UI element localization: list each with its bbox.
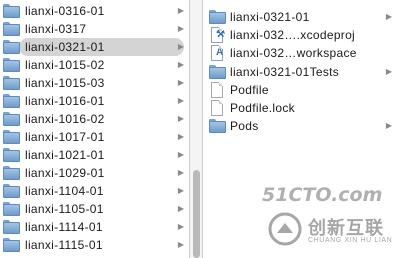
item-label: lianxi-0321-01 bbox=[25, 40, 105, 54]
watermark: 51CTO.com bbox=[262, 184, 402, 210]
disclosure-arrow-icon[interactable]: ▶ bbox=[178, 59, 184, 71]
item-label: Podfile bbox=[230, 82, 269, 97]
disclosure-arrow-icon[interactable]: ▶ bbox=[178, 5, 184, 17]
item-label: lianxi-032…workspace bbox=[230, 46, 357, 61]
disclosure-arrow-icon[interactable]: ▶ bbox=[178, 113, 184, 125]
folder-icon bbox=[3, 238, 20, 252]
list-item[interactable]: lianxi-1029-01 ▶ bbox=[0, 164, 189, 182]
list-item[interactable]: lianxi-1016-01 ▶ bbox=[0, 92, 189, 110]
item-label: lianxi-0317 bbox=[25, 22, 87, 36]
list-item[interactable]: lianxi-1015-03 ▶ bbox=[0, 74, 189, 92]
disclosure-arrow-icon[interactable]: ▶ bbox=[386, 120, 392, 132]
scroll-thumb[interactable] bbox=[193, 170, 200, 258]
list-item[interactable]: lianxi-0321-01 ▶ bbox=[0, 38, 189, 56]
folder-icon bbox=[3, 112, 20, 126]
disclosure-arrow-icon[interactable]: ▶ bbox=[178, 149, 184, 161]
file-icon bbox=[209, 100, 226, 116]
logo-mark-icon bbox=[268, 212, 302, 246]
list-item[interactable]: lianxi-1104-01 ▶ bbox=[0, 182, 189, 200]
item-label: lianxi-1115-01 bbox=[25, 238, 103, 252]
list-item[interactable]: lianxi-0321-01Tests ▶ bbox=[203, 63, 406, 81]
watermark-text: 51CTO.com bbox=[262, 184, 383, 206]
item-label: lianxi-1016-02 bbox=[25, 112, 105, 126]
disclosure-arrow-icon[interactable]: ▶ bbox=[178, 167, 184, 179]
folder-icon bbox=[3, 58, 20, 72]
list-item[interactable]: Podfile.lock bbox=[203, 99, 406, 117]
item-label: lianxi-1105-01 bbox=[25, 202, 104, 216]
list-item[interactable]: Podfile bbox=[203, 81, 406, 99]
item-label: lianxi-1016-01 bbox=[25, 94, 105, 108]
folder-icon bbox=[3, 220, 20, 234]
folder-icon bbox=[3, 148, 20, 162]
list-item[interactable]: Pods ▶ bbox=[203, 117, 406, 135]
folder-icon bbox=[3, 94, 20, 108]
disclosure-arrow-icon[interactable]: ▶ bbox=[178, 131, 184, 143]
disclosure-arrow-icon[interactable]: ▶ bbox=[386, 11, 392, 23]
item-label: lianxi-1104-01 bbox=[25, 184, 104, 198]
list-item[interactable]: lianxi-1115-01 ▶ bbox=[0, 236, 189, 254]
watermark-logo: 创新互联 CHUANG XIN HU LIAN bbox=[268, 208, 400, 254]
list-item[interactable]: lianxi-1114-01 ▶ bbox=[0, 218, 189, 236]
disclosure-arrow-icon[interactable]: ▶ bbox=[178, 239, 184, 251]
item-label: lianxi-1029-01 bbox=[25, 166, 105, 180]
list-item[interactable]: lianxi-1105-01 ▶ bbox=[0, 200, 189, 218]
logo-en-text: CHUANG XIN HU LIAN bbox=[308, 237, 393, 244]
list-item[interactable]: lianxi-1017-01 ▶ bbox=[0, 128, 189, 146]
finder-column-left[interactable]: lianxi-0316-01 ▶ lianxi-0317 ▶ lianxi-0321-0… bbox=[0, 0, 189, 258]
list-item[interactable]: lianxi-0317 ▶ bbox=[0, 20, 189, 38]
item-label: lianxi-0321-01Tests bbox=[230, 64, 340, 79]
item-label: lianxi-1114-01 bbox=[25, 220, 103, 234]
file-icon bbox=[209, 81, 226, 98]
item-label: lianxi-032….xcodeproj bbox=[230, 28, 356, 43]
disclosure-arrow-icon[interactable]: ▶ bbox=[386, 66, 392, 78]
list-item[interactable]: lianxi-1015-02 ▶ bbox=[0, 56, 189, 74]
folder-icon bbox=[209, 10, 226, 24]
folder-icon bbox=[209, 64, 226, 79]
disclosure-arrow-icon[interactable]: ▶ bbox=[178, 221, 184, 233]
disclosure-arrow-icon[interactable]: ▶ bbox=[178, 41, 184, 53]
item-label: Pods bbox=[230, 119, 259, 134]
folder-icon bbox=[3, 202, 20, 216]
list-item[interactable]: lianxi-1016-02 ▶ bbox=[0, 110, 189, 128]
item-label: Podfile.lock bbox=[230, 101, 295, 115]
folder-icon bbox=[3, 76, 20, 90]
folder-icon bbox=[3, 166, 20, 180]
folder-icon bbox=[3, 130, 20, 144]
xcworkspace-icon: A bbox=[209, 45, 226, 62]
list-item[interactable]: lianxi-0321-01 ▶ bbox=[203, 8, 406, 26]
xcodeproj-icon: ⚒ bbox=[209, 27, 226, 44]
item-label: lianxi-1015-02 bbox=[25, 58, 105, 72]
item-label: lianxi-1021-01 bbox=[25, 148, 105, 162]
item-label: lianxi-0321-01 bbox=[230, 10, 310, 24]
disclosure-arrow-icon[interactable]: ▶ bbox=[178, 95, 184, 107]
folder-icon bbox=[3, 22, 20, 36]
list-item[interactable]: lianxi-1021-01 ▶ bbox=[0, 146, 189, 164]
folder-icon bbox=[209, 119, 226, 134]
disclosure-arrow-icon[interactable]: ▶ bbox=[178, 203, 184, 215]
folder-icon bbox=[3, 4, 20, 18]
list-item[interactable]: Alianxi-032…workspace bbox=[203, 44, 406, 62]
item-label: lianxi-0316-01 bbox=[25, 4, 105, 18]
item-label: lianxi-1015-03 bbox=[25, 76, 105, 90]
folder-icon bbox=[3, 184, 20, 198]
folder-icon bbox=[3, 40, 20, 54]
item-label: lianxi-1017-01 bbox=[25, 130, 105, 144]
list-item[interactable]: ⚒ lianxi-032….xcodeproj bbox=[203, 26, 406, 44]
disclosure-arrow-icon[interactable]: ▶ bbox=[178, 23, 184, 35]
column-scrollbar[interactable] bbox=[189, 0, 203, 258]
disclosure-arrow-icon[interactable]: ▶ bbox=[178, 77, 184, 89]
list-item[interactable]: lianxi-0316-01 ▶ bbox=[0, 2, 189, 20]
disclosure-arrow-icon[interactable]: ▶ bbox=[178, 185, 184, 197]
